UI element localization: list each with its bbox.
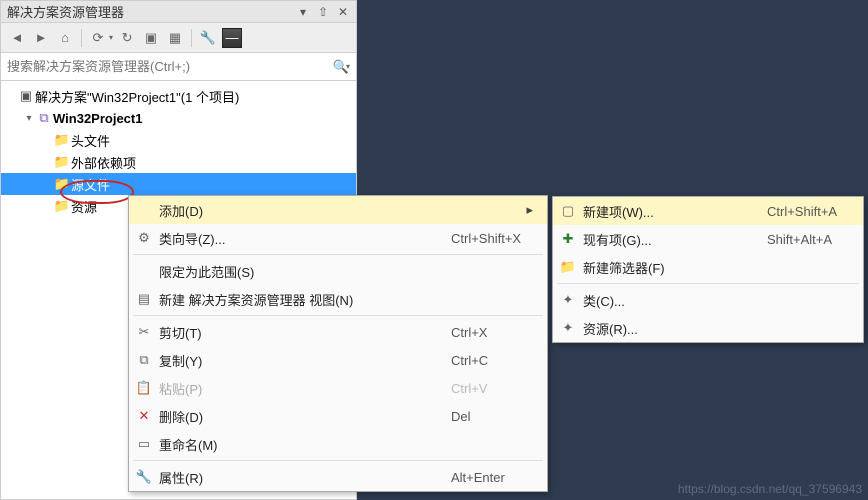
new-item-icon: ▢ xyxy=(553,203,583,219)
menu-label: 添加(D) xyxy=(159,201,521,220)
menu-label: 资源(R)... xyxy=(583,319,849,338)
add-submenu: ▢ 新建项(W)... Ctrl+Shift+A ✚ 现有项(G)... Shi… xyxy=(552,196,864,343)
project-node[interactable]: ▾ ⧉ Win32Project1 xyxy=(1,107,356,129)
menu-label: 现有项(G)... xyxy=(583,230,767,249)
menu-resource[interactable]: ✦ 资源(R)... xyxy=(553,314,863,342)
menu-copy[interactable]: ⧉ 复制(Y) Ctrl+C xyxy=(129,346,547,374)
separator xyxy=(133,460,543,461)
separator xyxy=(191,29,192,47)
shortcut-label: Ctrl+V xyxy=(451,381,533,396)
folder-icon: 📁 xyxy=(53,154,71,170)
copy-icon: ⧉ xyxy=(129,352,159,368)
folder-label: 外部依赖项 xyxy=(71,153,136,172)
menu-properties[interactable]: 🔧 属性(R) Alt+Enter xyxy=(129,463,547,491)
close-icon[interactable]: ✕ xyxy=(336,5,350,19)
resource-icon: ✦ xyxy=(553,320,583,336)
menu-new-view[interactable]: ▤ 新建 解决方案资源管理器 视图(N) xyxy=(129,285,547,313)
shortcut-label: Ctrl+X xyxy=(451,325,533,340)
forward-button[interactable]: ► xyxy=(31,28,51,48)
panel-header: 解决方案资源管理器 ▾ ⇧ ✕ xyxy=(1,1,356,23)
menu-rename[interactable]: ▭ 重命名(M) xyxy=(129,430,547,458)
menu-label: 删除(D) xyxy=(159,407,451,426)
shortcut-label: Ctrl+C xyxy=(451,353,533,368)
menu-label: 剪切(T) xyxy=(159,323,451,342)
folder-headers[interactable]: 📁 头文件 xyxy=(1,129,356,151)
toolbar: ◄ ► ⌂ ⟳▾ ↻ ▣ ▦ 🔧 — xyxy=(1,23,356,53)
menu-delete[interactable]: ✕ 删除(D) Del xyxy=(129,402,547,430)
class-icon: ✦ xyxy=(553,292,583,308)
separator xyxy=(81,29,82,47)
menu-label: 属性(R) xyxy=(159,468,451,487)
rename-icon: ▭ xyxy=(129,436,159,452)
back-button[interactable]: ◄ xyxy=(7,28,27,48)
wrench-icon: 🔧 xyxy=(129,469,159,485)
chevron-down-icon[interactable]: ▾ xyxy=(109,33,113,42)
folder-icon: 📁 xyxy=(553,259,583,275)
menu-paste: 📋 粘贴(P) Ctrl+V xyxy=(129,374,547,402)
project-icon: ⧉ xyxy=(35,110,53,126)
menu-existing-item[interactable]: ✚ 现有项(G)... Shift+Alt+A xyxy=(553,225,863,253)
delete-icon: ✕ xyxy=(129,408,159,424)
menu-cut[interactable]: ✂ 剪切(T) Ctrl+X xyxy=(129,318,547,346)
project-label: Win32Project1 xyxy=(53,111,142,126)
folder-icon: 📁 xyxy=(53,176,71,192)
folder-label: 头文件 xyxy=(71,131,110,150)
preview-button[interactable]: — xyxy=(222,28,242,48)
separator xyxy=(557,283,859,284)
search-input[interactable] xyxy=(7,59,333,74)
menu-label: 新建项(W)... xyxy=(583,202,767,221)
folder-source[interactable]: 📁 源文件 xyxy=(1,173,356,195)
show-all-button[interactable]: ▦ xyxy=(165,28,185,48)
panel-title: 解决方案资源管理器 xyxy=(7,2,290,21)
separator xyxy=(133,315,543,316)
folder-icon: 📁 xyxy=(53,198,71,214)
shortcut-label: Ctrl+Shift+X xyxy=(451,231,533,246)
view-icon: ▤ xyxy=(129,291,159,307)
menu-class-wizard[interactable]: ⚙ 类向导(Z)... Ctrl+Shift+X xyxy=(129,224,547,252)
separator xyxy=(133,254,543,255)
folder-label: 源文件 xyxy=(71,175,110,194)
shortcut-label: Alt+Enter xyxy=(451,470,533,485)
refresh-button[interactable]: ↻ xyxy=(117,28,137,48)
cut-icon: ✂ xyxy=(129,324,159,340)
menu-label: 类(C)... xyxy=(583,291,849,310)
solution-icon: ▣ xyxy=(17,88,35,104)
menu-label: 新建筛选器(F) xyxy=(583,258,849,277)
chevron-down-icon[interactable]: ▾ xyxy=(346,62,350,71)
solution-label: 解决方案"Win32Project1"(1 个项目) xyxy=(35,87,239,106)
folder-label: 资源 xyxy=(71,197,97,216)
home-button[interactable]: ⌂ xyxy=(55,28,75,48)
expander-icon[interactable]: ▾ xyxy=(23,113,35,124)
folder-external[interactable]: 📁 外部依赖项 xyxy=(1,151,356,173)
menu-label: 粘贴(P) xyxy=(159,379,451,398)
watermark: https://blog.csdn.net/qq_37596943 xyxy=(678,482,862,496)
wizard-icon: ⚙ xyxy=(129,230,159,246)
dropdown-icon[interactable]: ▾ xyxy=(296,5,310,19)
menu-label: 复制(Y) xyxy=(159,351,451,370)
sync-button[interactable]: ⟳ xyxy=(88,28,108,48)
submenu-arrow-icon: ▸ xyxy=(521,202,533,218)
menu-class[interactable]: ✦ 类(C)... xyxy=(553,286,863,314)
menu-label: 新建 解决方案资源管理器 视图(N) xyxy=(159,290,533,309)
menu-label: 限定为此范围(S) xyxy=(159,262,533,281)
menu-scope[interactable]: 限定为此范围(S) xyxy=(129,257,547,285)
search-bar: 🔍▾ xyxy=(1,53,356,81)
shortcut-label: Shift+Alt+A xyxy=(767,232,849,247)
paste-icon: 📋 xyxy=(129,380,159,396)
context-menu: 添加(D) ▸ ⚙ 类向导(Z)... Ctrl+Shift+X 限定为此范围(… xyxy=(128,195,548,492)
pin-icon[interactable]: ⇧ xyxy=(316,5,330,19)
folder-icon: 📁 xyxy=(53,132,71,148)
menu-label: 类向导(Z)... xyxy=(159,229,451,248)
menu-add[interactable]: 添加(D) ▸ xyxy=(129,196,547,224)
menu-new-filter[interactable]: 📁 新建筛选器(F) xyxy=(553,253,863,281)
menu-label: 重命名(M) xyxy=(159,435,533,454)
existing-item-icon: ✚ xyxy=(553,231,583,247)
shortcut-label: Del xyxy=(451,409,533,424)
shortcut-label: Ctrl+Shift+A xyxy=(767,204,849,219)
menu-new-item[interactable]: ▢ 新建项(W)... Ctrl+Shift+A xyxy=(553,197,863,225)
properties-button[interactable]: 🔧 xyxy=(198,28,218,48)
solution-node[interactable]: ▣ 解决方案"Win32Project1"(1 个项目) xyxy=(1,85,356,107)
collapse-button[interactable]: ▣ xyxy=(141,28,161,48)
